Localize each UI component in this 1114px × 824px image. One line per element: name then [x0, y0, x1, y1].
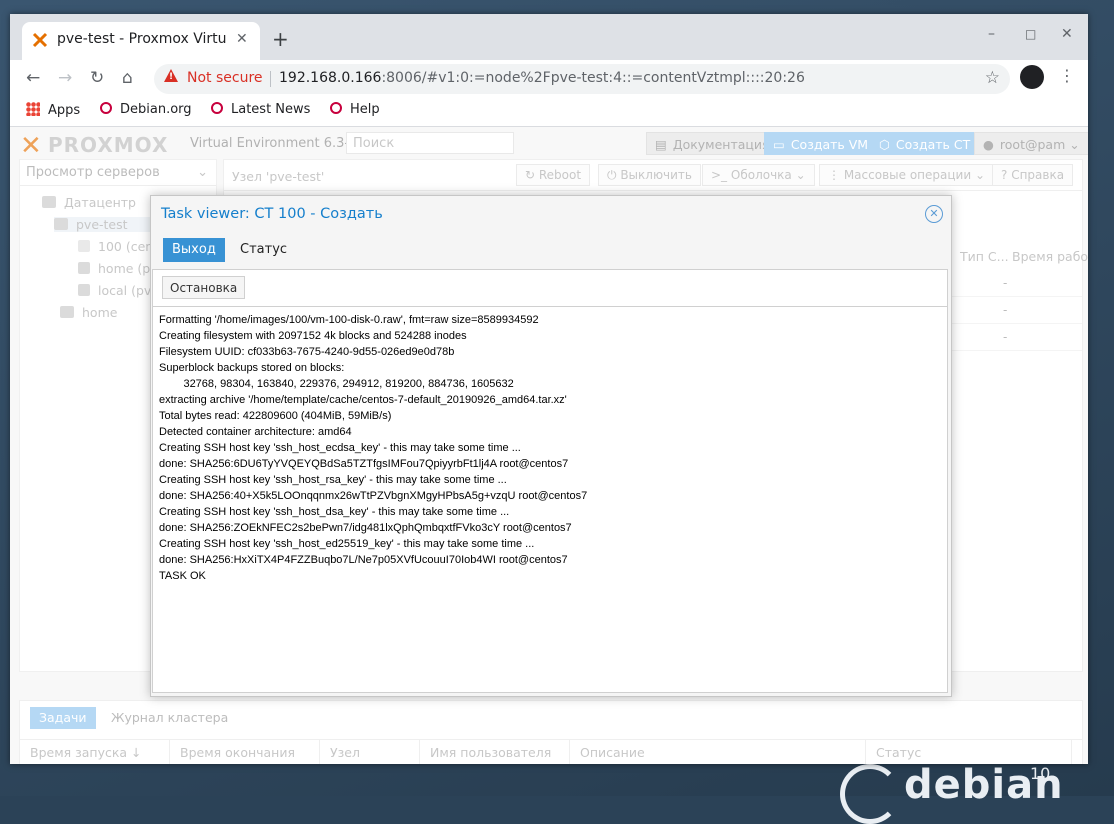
bookmark-apps[interactable]: Apps [26, 102, 80, 118]
url-host: 192.168.0.166 [279, 70, 382, 86]
tab-title: pve-test - Proxmox Virtual E [57, 31, 227, 47]
forward-icon[interactable]: → [58, 68, 72, 88]
task-viewer-dialog: Task viewer: CT 100 - Создать ✕ Выход Ст… [150, 195, 952, 697]
reload-icon[interactable]: ↻ [90, 68, 104, 88]
bookmarks-bar: Apps Debian.org Latest News Help [10, 98, 1088, 127]
minimize-button[interactable]: – [988, 26, 995, 42]
log-line: Creating SSH host key 'ssh_host_rsa_key'… [159, 474, 507, 486]
debian-icon [330, 102, 342, 114]
log-line: done: SHA256:40+X5k5LOOnqqnmx26wTtPZVbgn… [159, 490, 588, 502]
log-line: extracting archive '/home/template/cache… [159, 394, 567, 406]
log-line: TASK OK [159, 570, 206, 582]
log-line: done: SHA256:ZOEkNFEC2s2bePwn7/idg481lxQ… [159, 522, 572, 534]
close-icon[interactable]: ✕ [925, 205, 943, 223]
task-log: Formatting '/home/images/100/vm-100-disk… [159, 312, 943, 584]
log-line: Creating SSH host key 'ssh_host_ed25519_… [159, 538, 535, 550]
bookmark-help[interactable]: Help [330, 102, 380, 117]
url-path: :8006/#v1:0:=node%2Fpve-test:4::=content… [381, 70, 805, 86]
bookmark-label: Apps [48, 103, 81, 118]
bookmark-latest-news[interactable]: Latest News [211, 102, 310, 117]
browser-menu-icon[interactable]: ⋮ [1059, 66, 1075, 85]
debian-icon [211, 102, 223, 114]
log-line: Creating SSH host key 'ssh_host_ecdsa_ke… [159, 442, 521, 454]
log-line: done: SHA256:HxXiTX4P4FZZBuqbo7L/Ne7p05X… [159, 554, 568, 566]
log-line: Formatting '/home/images/100/vm-100-disk… [159, 314, 539, 326]
log-line: Filesystem UUID: cf033b63-7675-4240-9d55… [159, 346, 455, 358]
tab-status[interactable]: Статус [231, 238, 296, 262]
close-window-button[interactable]: ✕ [1061, 26, 1073, 42]
debian-swirl-icon [840, 764, 900, 824]
address-bar[interactable]: ! Not secure 192.168.0.166:8006/#v1:0:=n… [154, 64, 1010, 94]
log-line: Total bytes read: 422809600 (404MiB, 59M… [159, 410, 392, 422]
bookmark-debian-org[interactable]: Debian.org [100, 102, 192, 117]
log-line: Detected container architecture: amd64 [159, 426, 352, 438]
maximize-button[interactable]: □ [1025, 27, 1036, 41]
back-icon[interactable]: ← [26, 68, 40, 88]
bookmark-label: Help [350, 102, 380, 117]
log-line: Creating SSH host key 'ssh_host_dsa_key'… [159, 506, 510, 518]
home-icon[interactable]: ⌂ [122, 68, 133, 88]
log-line: Creating filesystem with 2097152 4k bloc… [159, 330, 467, 342]
address-separator [270, 71, 271, 87]
tab-output[interactable]: Выход [163, 238, 225, 262]
apps-grid-icon [26, 102, 40, 116]
profile-avatar-icon[interactable] [1020, 65, 1044, 89]
tab-close-icon[interactable]: ✕ [236, 31, 248, 47]
browser-tab[interactable]: pve-test - Proxmox Virtual E ✕ [22, 22, 260, 60]
task-output-panel: Остановка Formatting '/home/images/100/v… [152, 269, 948, 693]
log-line: Superblock backups stored on blocks: [159, 362, 345, 374]
warning-mark: ! [169, 72, 174, 82]
proxmox-favicon-icon [32, 32, 48, 48]
stop-button[interactable]: Остановка [162, 276, 246, 299]
bookmark-label: Latest News [231, 102, 311, 117]
url-text[interactable]: 192.168.0.166:8006/#v1:0:=node%2Fpve-tes… [279, 70, 805, 86]
new-tab-button[interactable]: + [272, 27, 289, 51]
debian-icon [100, 102, 112, 114]
tab-bar: pve-test - Proxmox Virtual E ✕ + – □ ✕ [10, 14, 1088, 60]
dialog-title: Task viewer: CT 100 - Создать [161, 206, 383, 222]
log-line: 32768, 98304, 163840, 229376, 294912, 81… [159, 378, 514, 390]
log-line: done: SHA256:6DU6TyYVQEYQBdSa5TZTfgsIMFo… [159, 458, 569, 470]
task-toolbar: Остановка [153, 270, 947, 307]
debian-version: 10 [1030, 764, 1051, 783]
navigation-bar: ← → ↻ ⌂ ! Not secure 192.168.0.166:8006/… [10, 60, 1088, 98]
browser-window: pve-test - Proxmox Virtual E ✕ + – □ ✕ ←… [10, 14, 1088, 764]
bookmark-star-icon[interactable]: ☆ [985, 68, 1000, 88]
bookmark-label: Debian.org [120, 102, 192, 117]
security-label[interactable]: Not secure [187, 70, 263, 86]
